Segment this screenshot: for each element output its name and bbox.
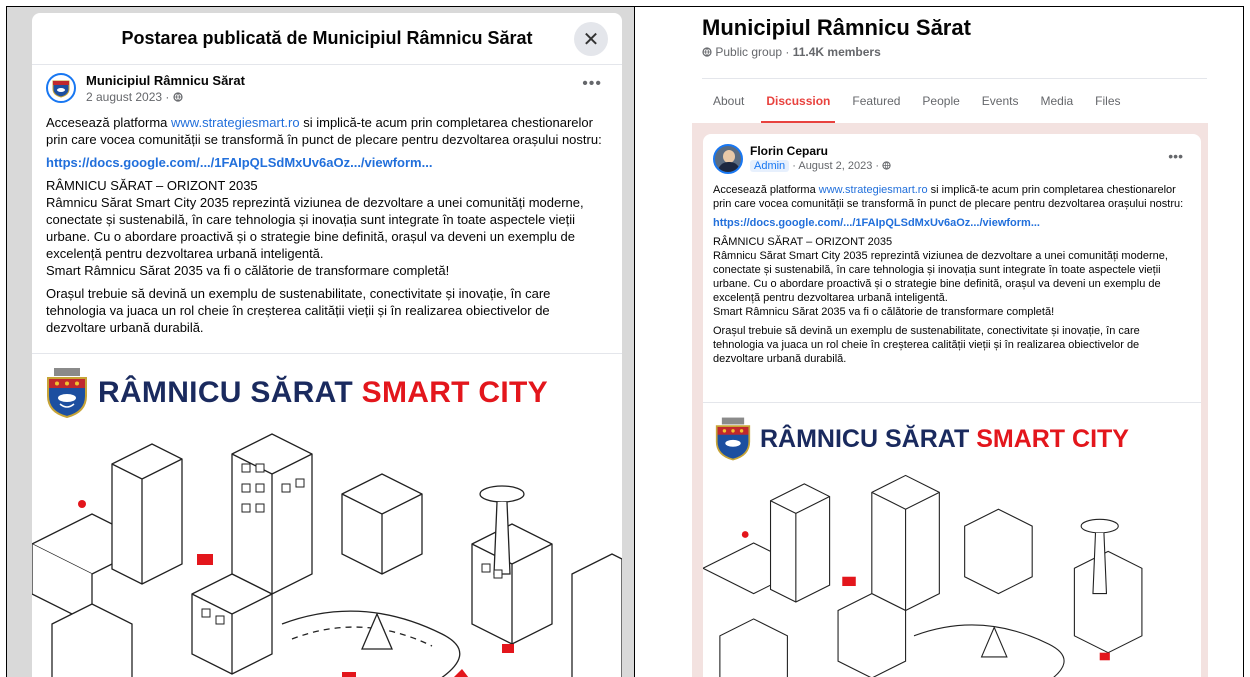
city-illustration	[32, 433, 622, 677]
group-info: Public group · 11.4K members	[702, 45, 881, 59]
frame-border	[6, 6, 7, 677]
post-header: Florin Ceparu Admin · August 2, 2023 · •…	[703, 134, 1201, 174]
post-heading: RÂMNICU SĂRAT – ORIZONT 2035	[46, 178, 258, 193]
group-privacy: Public group ·	[715, 45, 793, 59]
post-paragraph: Orașul trebuie să devină un exemplu de s…	[46, 286, 551, 335]
post-text: Accesează platforma www.strategiesmart.r…	[32, 104, 622, 336]
tab-media[interactable]: Media	[1029, 82, 1084, 120]
crest-icon	[52, 80, 70, 98]
modal-title: Postarea publicată de Municipiul Râmnicu…	[121, 28, 533, 48]
group-post: Florin Ceparu Admin · August 2, 2023 · •…	[703, 134, 1201, 677]
admin-badge: Admin	[750, 160, 790, 172]
more-options-button[interactable]: •••	[582, 75, 602, 93]
group-tabs: About Discussion Featured People Events …	[702, 82, 1132, 124]
post-date[interactable]: 2 august 2023 ·	[86, 90, 173, 104]
globe-icon	[173, 90, 183, 104]
frame-border	[6, 6, 1244, 7]
modal-header: Postarea publicată de Municipiul Râmnicu…	[32, 13, 622, 65]
group-members[interactable]: 11.4K members	[793, 45, 881, 59]
close-icon: ✕	[582, 28, 600, 51]
post-header: Municipiul Râmnicu Sărat 2 august 2023 ·…	[32, 65, 622, 104]
banner-title-red: SMART CITY	[976, 424, 1129, 453]
post-image[interactable]: RÂMNICU SĂRAT SMART CITY	[32, 353, 622, 677]
post-paragraph: Orașul trebuie să devină un exemplu de s…	[713, 325, 1140, 365]
post-text-prefix: Accesează platforma	[46, 115, 172, 130]
crest-icon	[715, 417, 751, 461]
strategiesmart-link[interactable]: www.strategiesmart.ro	[171, 115, 300, 130]
globe-icon	[702, 45, 712, 59]
banner-title-blue: RÂMNICU SĂRAT	[760, 424, 970, 453]
form-link[interactable]: https://docs.google.com/.../1FAIpQLSdMxU…	[713, 217, 1040, 229]
frame-border	[1243, 6, 1244, 677]
close-button[interactable]: ✕	[574, 22, 608, 56]
avatar[interactable]	[713, 144, 743, 174]
post-paragraph: Smart Râmnicu Sărat 2035 va fi o călător…	[713, 306, 1055, 318]
globe-icon	[882, 160, 891, 172]
post-heading: RÂMNICU SĂRAT – ORIZONT 2035	[713, 236, 893, 248]
post-modal: Postarea publicată de Municipiul Râmnicu…	[32, 13, 622, 677]
form-link[interactable]: https://docs.google.com/.../1FAIpQLSdMxU…	[46, 155, 432, 170]
avatar[interactable]	[46, 73, 76, 103]
group-name[interactable]: Municipiul Râmnicu Sărat	[702, 15, 971, 41]
post-author[interactable]: Florin Ceparu	[750, 144, 891, 158]
post-paragraph: Smart Râmnicu Sărat 2035 va fi o călător…	[46, 263, 450, 278]
crest-icon	[47, 368, 87, 418]
post-paragraph: Râmnicu Sărat Smart City 2035 reprezintă…	[713, 250, 1168, 304]
tab-about[interactable]: About	[702, 82, 755, 120]
post-paragraph: Râmnicu Sărat Smart City 2035 reprezintă…	[46, 195, 584, 261]
city-illustration	[703, 474, 1143, 677]
post-author[interactable]: Municipiul Râmnicu Sărat	[86, 73, 245, 88]
tab-events[interactable]: Events	[971, 82, 1030, 120]
post-text: Accesează platforma www.strategiesmart.r…	[703, 174, 1201, 366]
strategiesmart-link[interactable]: www.strategiesmart.ro	[819, 184, 928, 196]
tab-files[interactable]: Files	[1084, 82, 1131, 120]
post-text-prefix: Accesează platforma	[713, 184, 819, 196]
post-image[interactable]: RÂMNICU SĂRAT SMART CITY	[703, 402, 1201, 677]
banner-title-red: SMART CITY	[361, 376, 548, 409]
post-date[interactable]: · August 2, 2023 ·	[789, 160, 882, 172]
banner-title-blue: RÂMNICU SĂRAT	[98, 376, 353, 409]
more-options-button[interactable]: •••	[1168, 148, 1183, 164]
tab-people[interactable]: People	[911, 82, 970, 120]
tab-featured[interactable]: Featured	[841, 82, 911, 120]
frame-border	[634, 6, 635, 677]
tab-discussion[interactable]: Discussion	[755, 82, 841, 124]
divider	[702, 78, 1207, 79]
